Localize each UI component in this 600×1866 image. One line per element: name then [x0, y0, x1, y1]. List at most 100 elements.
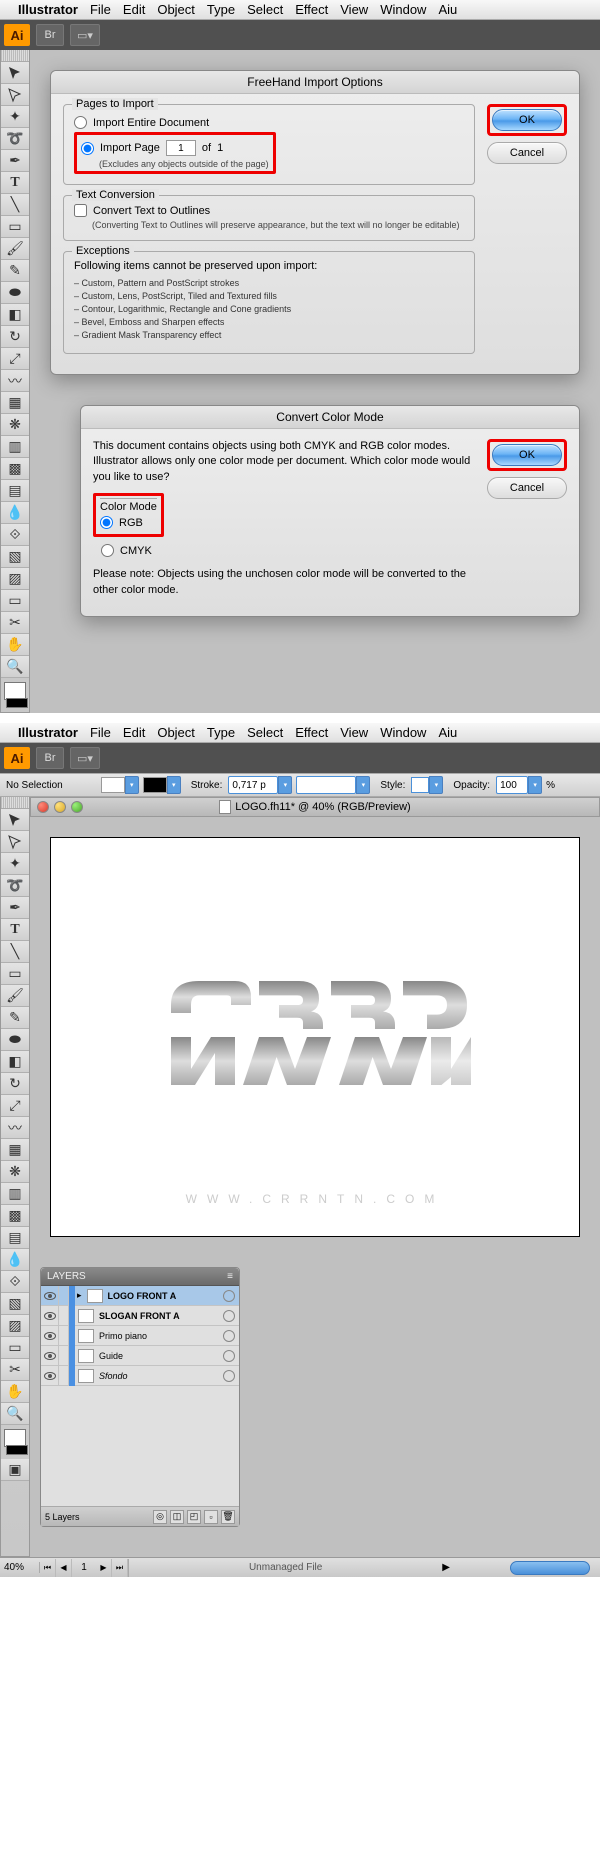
visibility-toggle[interactable] — [41, 1286, 59, 1306]
menu-type[interactable]: Type — [207, 2, 235, 17]
next-artboard-icon[interactable]: ▶ — [96, 1559, 112, 1577]
artboard-tool-2[interactable]: ▭ — [1, 1337, 29, 1359]
pen-tool[interactable]: ✒ — [1, 150, 29, 172]
gradient-tool[interactable]: ▤ — [1, 480, 29, 502]
lock-toggle[interactable] — [59, 1366, 69, 1386]
layer-name[interactable]: SLOGAN FRONT A — [97, 1311, 223, 1321]
panel-menu-icon[interactable]: ≡ — [227, 1271, 233, 1282]
lasso-tool-2[interactable]: ➰ — [1, 875, 29, 897]
warp-tool[interactable]: 〰 — [1, 370, 29, 392]
last-artboard-icon[interactable]: ⏭ — [112, 1559, 128, 1577]
line-tool[interactable]: ╲ — [1, 194, 29, 216]
menu-object-2[interactable]: Object — [157, 725, 195, 740]
menu-select-2[interactable]: Select — [247, 725, 283, 740]
target-icon[interactable] — [223, 1350, 235, 1362]
pencil-tool-2[interactable]: ✎ — [1, 1007, 29, 1029]
toolbox-grip-2[interactable] — [1, 797, 29, 809]
ok2-button[interactable]: OK — [492, 444, 562, 466]
lock-toggle[interactable] — [59, 1346, 69, 1366]
artboard-tool[interactable]: ▭ — [1, 590, 29, 612]
menu-help-2[interactable]: Aiu — [438, 725, 457, 740]
stroke-weight-dropdown[interactable]: ▾ — [278, 776, 292, 794]
style-swatch[interactable] — [411, 777, 429, 793]
rgb-radio[interactable] — [100, 516, 113, 529]
close-window-icon[interactable] — [37, 801, 49, 813]
hand-tool[interactable]: ✋ — [1, 634, 29, 656]
type-tool-2[interactable]: T — [1, 919, 29, 941]
blend-tool-2[interactable]: ⟐ — [1, 1271, 29, 1293]
paintbrush-tool-2[interactable]: 🖌 — [1, 985, 29, 1007]
graph-tool-2[interactable]: ▥ — [1, 1183, 29, 1205]
stroke-color[interactable] — [6, 698, 28, 708]
eraser-tool-2[interactable]: ◧ — [1, 1051, 29, 1073]
menu-effect-2[interactable]: Effect — [295, 725, 328, 740]
layer-row[interactable]: SLOGAN FRONT A — [41, 1306, 239, 1326]
stroke-dropdown[interactable]: ▾ — [167, 776, 181, 794]
target-icon[interactable] — [223, 1330, 235, 1342]
symbol-sprayer-tool-2[interactable]: ❋ — [1, 1161, 29, 1183]
slice-tool[interactable]: ✂ — [1, 612, 29, 634]
artboard[interactable]: WWW.CRRNTN.COM — [50, 837, 580, 1237]
lasso-tool[interactable]: ➰ — [1, 128, 29, 150]
zoom-tool[interactable]: 🔍 — [1, 656, 29, 678]
stroke-color-2[interactable] — [6, 1445, 28, 1455]
live-paint-tool[interactable]: ▧ — [1, 546, 29, 568]
menu-window-2[interactable]: Window — [380, 725, 426, 740]
style-dropdown[interactable]: ▾ — [429, 776, 443, 794]
zoom-window-icon[interactable] — [71, 801, 83, 813]
page-number-input[interactable] — [166, 140, 196, 156]
locate-object-icon[interactable]: ◎ — [153, 1510, 167, 1524]
bridge-button[interactable]: Br — [36, 24, 64, 46]
make-clipping-mask-icon[interactable]: ◫ — [170, 1510, 184, 1524]
prev-artboard-icon[interactable]: ◀ — [56, 1559, 72, 1577]
target-icon[interactable] — [223, 1370, 235, 1382]
menu-effect[interactable]: Effect — [295, 2, 328, 17]
menu-view-2[interactable]: View — [340, 725, 368, 740]
stroke-swatch[interactable] — [143, 777, 167, 793]
menu-object[interactable]: Object — [157, 2, 195, 17]
minimize-window-icon[interactable] — [54, 801, 66, 813]
menu-help[interactable]: Aiu — [438, 2, 457, 17]
new-sublayer-icon[interactable]: ◰ — [187, 1510, 201, 1524]
visibility-toggle[interactable] — [41, 1306, 59, 1326]
bridge-button-2[interactable]: Br — [36, 747, 64, 769]
color-wells[interactable] — [1, 678, 29, 712]
free-transform-tool[interactable]: ▦ — [1, 392, 29, 414]
cancel-button[interactable]: Cancel — [487, 142, 567, 164]
layer-name[interactable]: Sfondo — [97, 1371, 223, 1381]
layer-row[interactable]: Primo piano — [41, 1326, 239, 1346]
selection-tool-2[interactable] — [1, 809, 29, 831]
import-page-radio[interactable] — [81, 142, 94, 155]
import-entire-radio[interactable] — [74, 116, 87, 129]
symbol-sprayer-tool[interactable]: ❋ — [1, 414, 29, 436]
blob-brush-tool[interactable]: ⬬ — [1, 282, 29, 304]
eraser-tool[interactable]: ◧ — [1, 304, 29, 326]
selection-tool[interactable] — [1, 62, 29, 84]
paintbrush-tool[interactable]: 🖌 — [1, 238, 29, 260]
direct-selection-tool-2[interactable] — [1, 831, 29, 853]
rotate-tool[interactable]: ↻ — [1, 326, 29, 348]
stroke-weight-input[interactable] — [228, 776, 278, 794]
zoom-level[interactable]: 40% — [0, 1562, 40, 1573]
menu-edit[interactable]: Edit — [123, 2, 145, 17]
layer-row[interactable]: Guide — [41, 1346, 239, 1366]
layer-row[interactable]: ▸ LOGO FRONT A — [41, 1286, 239, 1306]
scale-tool-2[interactable]: ⤢ — [1, 1095, 29, 1117]
magic-wand-tool-2[interactable]: ✦ — [1, 853, 29, 875]
menu-view[interactable]: View — [340, 2, 368, 17]
brush-dropdown[interactable]: ▾ — [356, 776, 370, 794]
rotate-tool-2[interactable]: ↻ — [1, 1073, 29, 1095]
new-layer-icon[interactable]: ▫ — [204, 1510, 218, 1524]
visibility-toggle[interactable] — [41, 1366, 59, 1386]
eyedropper-tool-2[interactable]: 💧 — [1, 1249, 29, 1271]
blob-brush-tool-2[interactable]: ⬬ — [1, 1029, 29, 1051]
layer-name[interactable]: Primo piano — [97, 1331, 223, 1341]
menu-file-2[interactable]: File — [90, 725, 111, 740]
color-wells-2[interactable] — [1, 1425, 29, 1459]
direct-selection-tool[interactable] — [1, 84, 29, 106]
magic-wand-tool[interactable]: ✦ — [1, 106, 29, 128]
lock-toggle[interactable] — [59, 1286, 69, 1306]
target-icon[interactable] — [223, 1290, 235, 1302]
app-name-2[interactable]: Illustrator — [18, 725, 78, 740]
horizontal-scrollbar[interactable] — [510, 1561, 590, 1575]
